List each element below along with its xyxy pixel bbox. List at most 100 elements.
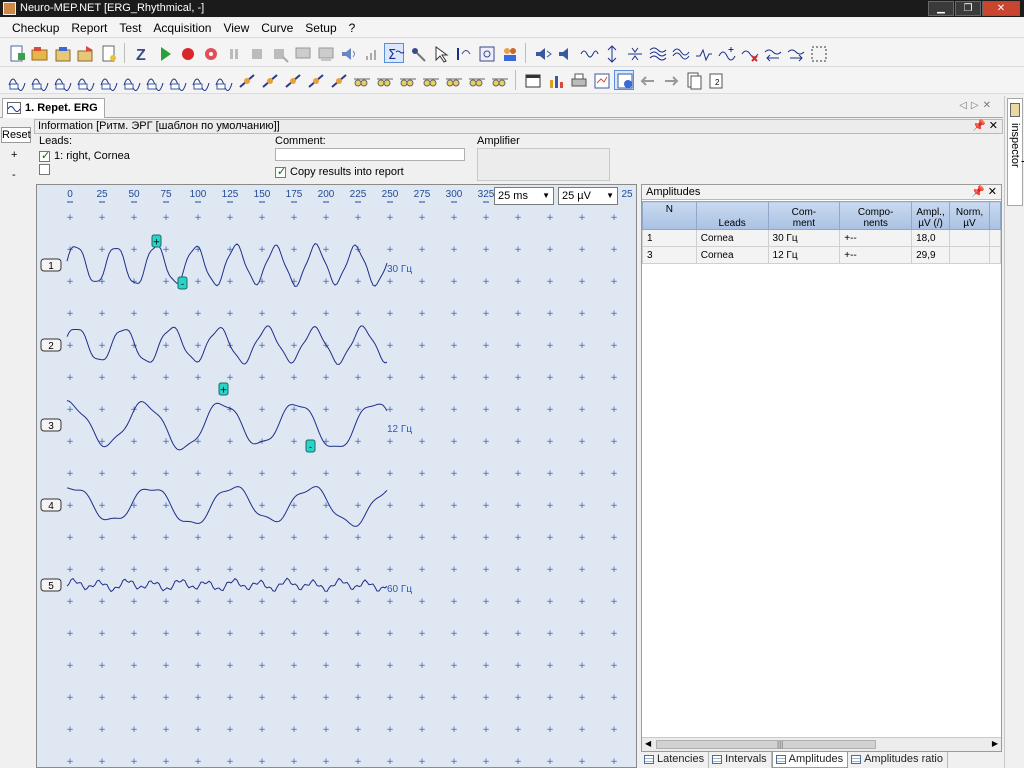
menu-acquisition[interactable]: Acquisition [147, 18, 217, 38]
beads-a-icon[interactable] [351, 70, 371, 90]
zoom-in-button[interactable]: + [11, 149, 17, 161]
delete-curve-icon[interactable] [739, 43, 759, 63]
sound-right-icon[interactable] [555, 43, 575, 63]
marker-e-icon[interactable] [328, 70, 348, 90]
back-arrow-icon[interactable] [637, 70, 657, 90]
tab-latencies[interactable]: Latencies [641, 752, 710, 768]
time-scale-select[interactable]: 25 ms ▼ [494, 187, 554, 205]
probe-icon[interactable] [407, 43, 427, 63]
info-panel-icon[interactable] [614, 70, 634, 90]
copy-results-row[interactable]: Copy results into report [275, 165, 404, 178]
record-series-icon[interactable] [200, 43, 220, 63]
close-icon[interactable]: ✕ [988, 185, 997, 199]
column-header-n[interactable]: N [642, 201, 697, 230]
tab-repet-erg[interactable]: 1. Repet. ERG [2, 98, 105, 118]
selection-frame-icon[interactable] [808, 43, 828, 63]
column-header-components[interactable]: Compo- nents [839, 201, 913, 230]
copy-results-checkbox[interactable] [275, 165, 286, 178]
wave-a-icon[interactable] [29, 70, 49, 91]
table-row[interactable]: 3 Cornea 12 Гц +-- 29,9 [642, 246, 1001, 264]
menu-checkup[interactable]: Checkup [6, 18, 65, 38]
check-curve-icon[interactable] [693, 43, 713, 63]
marker-place-icon[interactable] [453, 43, 473, 63]
maximize-button[interactable]: ❐ [955, 1, 981, 16]
export-box-icon[interactable] [75, 43, 95, 63]
wave-d-icon[interactable] [98, 70, 118, 91]
beads-c-icon[interactable] [397, 70, 417, 90]
pin-icon[interactable]: 📌 [972, 120, 986, 133]
pages-two-icon[interactable]: 2 [706, 70, 726, 90]
close-window-button[interactable]: ✕ [982, 1, 1020, 16]
menu-setup[interactable]: Setup [299, 18, 342, 38]
tab-amplitudes-ratio[interactable]: Amplitudes ratio [848, 752, 948, 768]
beads-b-icon[interactable] [374, 70, 394, 90]
shift-left-icon[interactable] [762, 43, 782, 63]
beads-g-icon[interactable] [489, 70, 509, 90]
menu-view[interactable]: View [217, 18, 255, 38]
table-view-icon[interactable] [522, 70, 542, 90]
beads-d-icon[interactable] [420, 70, 440, 90]
amp-scale-select[interactable]: 25 µV ▼ [558, 187, 618, 205]
beads-e-icon[interactable] [443, 70, 463, 90]
print-icon[interactable] [568, 70, 588, 90]
wave-c-icon[interactable] [75, 70, 95, 91]
shift-right-icon[interactable] [785, 43, 805, 63]
marker-c-icon[interactable] [282, 70, 302, 90]
wave-stim-icon[interactable] [578, 43, 599, 63]
menu-curve[interactable]: Curve [255, 18, 299, 38]
column-header-norm[interactable]: Norm, µV [949, 201, 990, 230]
forward-arrow-icon[interactable] [660, 70, 680, 90]
compress-vertical-icon[interactable] [624, 43, 644, 63]
zoom-curve-icon[interactable] [476, 43, 496, 63]
pin-icon[interactable]: 📌 [971, 185, 985, 199]
column-header-ampl[interactable]: Ampl., µV (/) [911, 201, 951, 230]
expand-vertical-icon[interactable] [601, 43, 621, 63]
sound-left-icon[interactable] [532, 43, 552, 63]
wave-i-icon[interactable] [213, 70, 233, 91]
bar-chart-icon[interactable] [545, 70, 565, 90]
erg-plot-canvas[interactable]: + + + + + + + + + + + + + + + + + + + + + + + + + + + + + + + + + + + + + + + +… [37, 185, 637, 768]
lead-checkbox-row[interactable]: 1: right, Cornea [39, 149, 130, 162]
stop-clear-icon[interactable] [269, 43, 289, 63]
play-icon[interactable] [154, 43, 174, 63]
cursor-select-icon[interactable] [430, 43, 450, 63]
zero-z-icon[interactable]: Z [131, 43, 151, 64]
erg-plot[interactable]: + + + + + + + + + + + + + + + + + + + + + + + + + + + + + + + + + + + + + + + +… [36, 184, 637, 768]
pages-icon[interactable] [683, 70, 703, 90]
menu-report[interactable]: Report [65, 18, 113, 38]
horizontal-scrollbar[interactable]: ◀ ||| ▶ [642, 737, 1001, 751]
reset-button[interactable]: Reset [1, 127, 31, 143]
archive-icon[interactable] [52, 43, 72, 63]
marker-d-icon[interactable] [305, 70, 325, 90]
erg-trace-5[interactable] [66, 577, 388, 593]
tab-nav-arrows[interactable]: ◁▷✕ [959, 100, 995, 111]
record-icon[interactable] [177, 43, 197, 63]
lead-checkbox-empty-row[interactable] [39, 164, 50, 178]
column-header-comment[interactable]: Com- ment [767, 201, 841, 230]
close-icon[interactable]: ✕ [989, 120, 998, 133]
column-header-leads[interactable]: Leads [695, 201, 769, 230]
table-row[interactable]: 1 Cornea 30 Гц +-- 18,0 [642, 229, 1001, 247]
stop-icon[interactable] [246, 43, 266, 63]
open-folder-icon[interactable] [29, 43, 49, 63]
wave-e-icon[interactable] [121, 70, 141, 91]
lead-checkbox[interactable] [39, 149, 50, 162]
comment-input[interactable] [275, 148, 465, 161]
wave-g-icon[interactable] [167, 70, 187, 91]
wave-f-icon[interactable] [144, 70, 164, 91]
wave-b-icon[interactable] [52, 70, 72, 91]
marker-a-icon[interactable] [236, 70, 256, 90]
monitor-icon[interactable] [292, 43, 312, 63]
average-sigma-icon[interactable]: Σ [384, 42, 405, 63]
menu-test[interactable]: Test [113, 18, 147, 38]
wave-h-icon[interactable] [190, 70, 210, 91]
beads-f-icon[interactable] [466, 70, 486, 90]
tab-intervals[interactable]: Intervals [709, 752, 772, 768]
minimize-button[interactable]: ▁ [928, 1, 954, 16]
plus-curve-icon[interactable] [716, 43, 736, 63]
menu-help[interactable]: ? [343, 18, 362, 38]
patients-icon[interactable] [499, 43, 519, 63]
report-view-icon[interactable] [591, 70, 611, 90]
pause-icon[interactable] [223, 43, 243, 63]
scrollbar-thumb[interactable]: ||| [656, 740, 876, 749]
